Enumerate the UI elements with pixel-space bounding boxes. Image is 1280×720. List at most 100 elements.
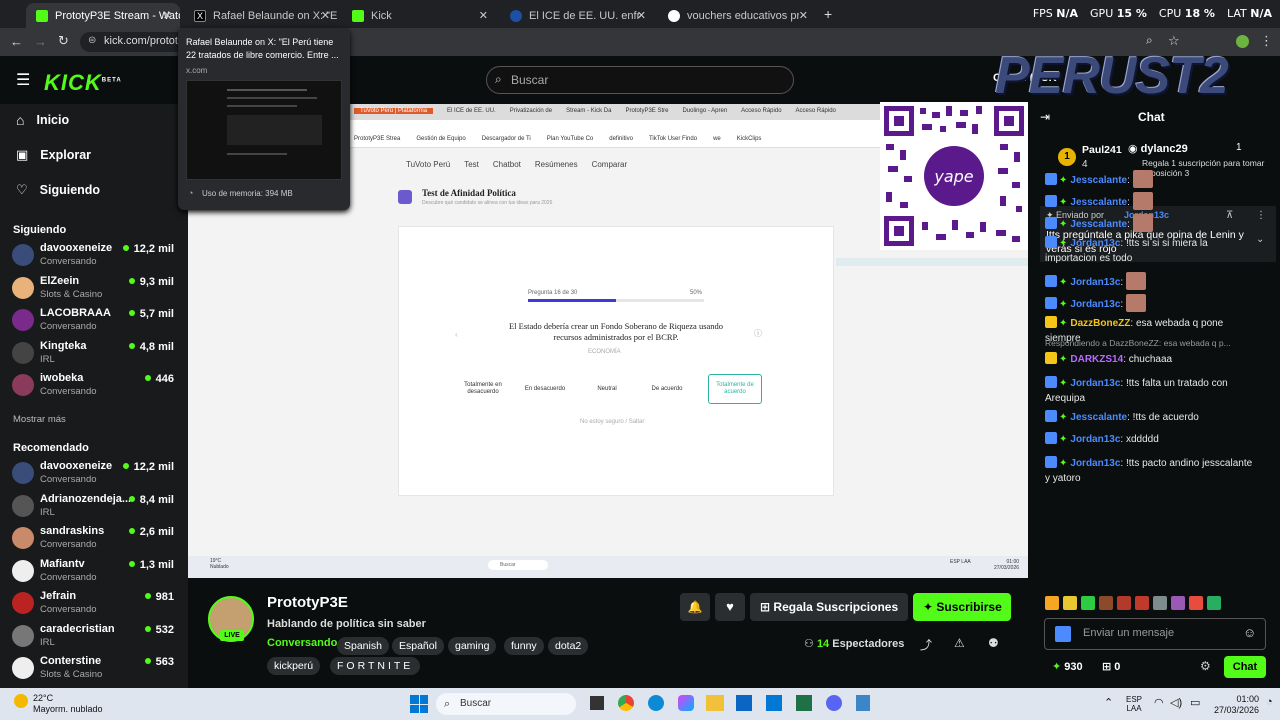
stream-tag[interactable]: kickperú <box>267 657 321 675</box>
expand-pinned-icon[interactable]: ⌄ <box>1256 234 1264 245</box>
browser-tab-x[interactable]: X Rafael Belaunde on X: "El Perú ✕ <box>184 3 338 28</box>
emote-icon[interactable] <box>1081 596 1095 610</box>
reload-icon[interactable]: ↻ <box>58 33 69 49</box>
gift-count[interactable]: ⊞ 0 <box>1102 660 1120 673</box>
kick-logo[interactable]: KICKBETA <box>44 70 122 96</box>
chat-message-input[interactable]: Enviar un mensaje ☺ <box>1044 618 1266 650</box>
windows-start-icon[interactable] <box>410 695 428 713</box>
task-view-icon[interactable] <box>590 696 604 710</box>
share-icon[interactable]: ⤴ <box>920 636 932 653</box>
send-chat-button[interactable]: Chat <box>1224 656 1266 678</box>
emote-icon[interactable] <box>1117 596 1131 610</box>
prev-question-icon[interactable]: ‹ <box>455 330 458 339</box>
chat-username[interactable]: Jordan13c <box>1070 434 1120 445</box>
stream-tag[interactable]: Spanish <box>337 637 389 655</box>
back-icon[interactable]: ← <box>10 34 23 49</box>
info-icon[interactable]: ⓘ <box>754 328 762 339</box>
site-info-icon[interactable]: ⊜ <box>88 35 96 46</box>
volume-icon[interactable]: ◁) <box>1170 696 1182 709</box>
show-more-link[interactable]: Mostrar más <box>13 414 66 425</box>
stream-tag[interactable]: Español <box>392 637 444 655</box>
notification-icon[interactable]: ◔ <box>1266 696 1273 708</box>
app-icon[interactable] <box>856 695 870 711</box>
outlook-icon[interactable] <box>736 695 752 711</box>
emote-icon[interactable] <box>1135 596 1149 610</box>
browser-tab-kick-stream[interactable]: PrototyP3E Stream - Watch Live ✕ <box>26 3 180 28</box>
battery-icon[interactable]: ▭ <box>1190 696 1200 709</box>
kick-search-input[interactable]: ⌕ Buscar <box>486 66 794 94</box>
edge-icon[interactable] <box>648 695 664 711</box>
close-tab-icon[interactable]: ✕ <box>799 9 808 22</box>
chat-username[interactable]: DARKZS14 <box>1070 354 1123 365</box>
address-bar[interactable]: ⊜ kick.com/prototyp <box>80 32 190 52</box>
chat-settings-icon[interactable]: ⚙ <box>1200 659 1211 673</box>
sidebar-channel[interactable]: LACOBRAAA Conversando 5,7 mil <box>12 305 182 337</box>
chat-username[interactable]: Jordan13c <box>1070 238 1120 249</box>
answer-option[interactable]: Neutral <box>580 374 634 404</box>
taskbar-weather[interactable]: 22°C Mayorm. nublado <box>33 693 103 715</box>
emoji-picker-icon[interactable]: ☺ <box>1243 625 1256 640</box>
answer-option[interactable]: Totalmente de acuerdo <box>708 374 762 404</box>
chrome-icon[interactable] <box>618 695 634 711</box>
channel-name[interactable]: PrototyP3E <box>267 594 348 611</box>
stream-tag[interactable]: FORTNITE <box>330 657 421 675</box>
pinned-more-icon[interactable]: ⋮ <box>1256 210 1266 221</box>
subscribe-button[interactable]: ✦ Suscribirse <box>913 593 1011 621</box>
answer-option[interactable]: En desacuerdo <box>518 374 572 404</box>
emote-icon[interactable] <box>1207 596 1221 610</box>
close-tab-icon[interactable]: ✕ <box>637 9 646 22</box>
emote-icon[interactable] <box>1045 596 1059 610</box>
browser-tab-vouchers[interactable]: vouchers educativos propuesta ✕ <box>658 3 816 28</box>
add-user-icon[interactable]: ⚉ <box>988 636 999 650</box>
chat-username[interactable]: Jordan13c <box>1070 378 1120 389</box>
wifi-icon[interactable]: ◠ <box>1154 696 1164 709</box>
chat-username[interactable]: Jordan13c <box>1070 299 1120 310</box>
browser-tab-ice[interactable]: El ICE de EE. UU. enfrentará juic ✕ <box>500 3 654 28</box>
follow-heart-icon[interactable]: ♥ <box>715 593 745 621</box>
answer-option[interactable]: De acuerdo <box>640 374 694 404</box>
close-tab-icon[interactable]: ✕ <box>163 9 172 22</box>
emote-icon[interactable] <box>1063 596 1077 610</box>
gift-subs-button[interactable]: ⊞ Regala Suscripciones <box>750 593 908 621</box>
sidebar-channel[interactable]: Jefrain Conversando 981 <box>12 588 182 620</box>
emote-icon[interactable] <box>1189 596 1203 610</box>
store-icon[interactable] <box>766 695 782 711</box>
top-gifter-1-name[interactable]: Paul241 <box>1082 144 1122 156</box>
menu-kebab-icon[interactable]: ⋮ <box>1260 33 1273 49</box>
chat-username[interactable]: Jesscalante <box>1070 412 1127 423</box>
profile-avatar[interactable] <box>1236 35 1249 48</box>
chat-username[interactable]: Jesscalante <box>1070 175 1127 186</box>
input-language[interactable]: ESP LAA <box>1126 695 1142 713</box>
emote-icon[interactable] <box>1099 596 1113 610</box>
sidebar-channel[interactable]: Adrianozendeja... IRL 8,4 mil <box>12 491 182 523</box>
nav-explorar[interactable]: ▣ Explorar <box>16 147 91 163</box>
sidebar-channel[interactable]: sandraskins Conversando 2,6 mil <box>12 523 182 555</box>
report-icon[interactable]: ⚠ <box>954 636 965 650</box>
tray-chevron-icon[interactable]: ⌃ <box>1104 696 1113 709</box>
chat-username[interactable]: Jordan13c <box>1070 277 1120 288</box>
chat-username[interactable]: DazzBoneZZ <box>1070 318 1130 329</box>
taskbar-search[interactable]: ⌕ Buscar <box>436 693 576 715</box>
notification-bell-icon[interactable]: 🔔 <box>680 593 710 621</box>
stream-tag[interactable]: funny <box>504 637 544 655</box>
chat-username[interactable]: Jesscalante <box>1070 219 1127 230</box>
file-explorer-icon[interactable] <box>706 695 724 711</box>
skip-link[interactable]: No estoy seguro / Saltar <box>580 419 644 425</box>
excel-icon[interactable] <box>796 695 812 711</box>
chat-username[interactable]: Jesscalante <box>1070 197 1127 208</box>
stream-tag[interactable]: dota2 <box>548 637 589 655</box>
channel-points[interactable]: ✦ 930 <box>1052 660 1083 673</box>
emote-icon[interactable] <box>1153 596 1167 610</box>
emote-icon[interactable] <box>1171 596 1185 610</box>
nav-siguiendo[interactable]: ♡ Siguiendo <box>16 182 100 198</box>
discord-icon[interactable] <box>826 695 842 711</box>
copilot-icon[interactable] <box>678 695 694 711</box>
close-tab-icon[interactable]: ✕ <box>479 9 488 22</box>
sidebar-channel[interactable]: caradecristian IRL 532 <box>12 621 182 653</box>
sidebar-channel[interactable]: ElZeein Slots & Casino 9,3 mil <box>12 273 182 305</box>
nav-inicio[interactable]: ⌂ Inicio <box>16 112 69 128</box>
taskbar-clock[interactable]: 01:00 27/03/2026 <box>1214 694 1259 716</box>
hamburger-menu-icon[interactable]: ☰ <box>16 70 30 90</box>
stream-category[interactable]: Conversando <box>267 637 337 649</box>
close-tab-icon[interactable]: ✕ <box>321 9 330 22</box>
